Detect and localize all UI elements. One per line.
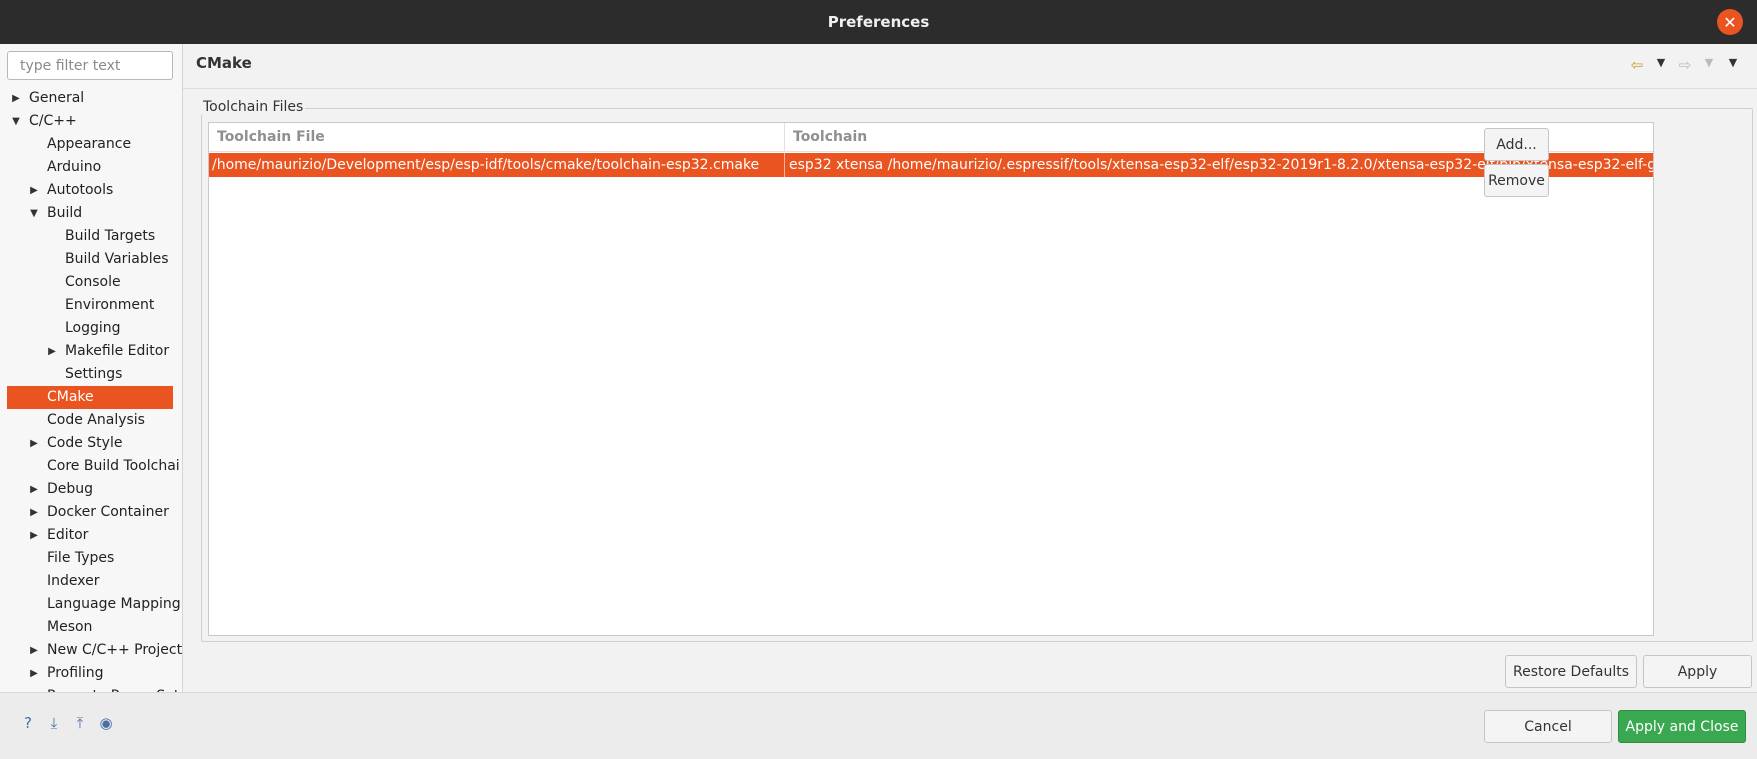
tree-item-label: Build Variables xyxy=(65,251,169,267)
remove-button[interactable]: Remove xyxy=(1484,164,1549,197)
tree-item-label: New C/C++ Project xyxy=(47,642,182,658)
collapse-arrow-icon[interactable]: ▶ xyxy=(28,639,40,662)
tree-item-label: General xyxy=(29,90,85,106)
import-icon[interactable]: ⤓ xyxy=(44,713,64,733)
tree-item-label: File Types xyxy=(47,550,115,566)
tree-item[interactable]: ▶ Code Style xyxy=(0,432,182,455)
filter-input[interactable] xyxy=(7,51,173,80)
dialog-footer: ? ⤓ ⤒ ◉ Cancel Apply and Close xyxy=(0,693,1757,759)
tree-item[interactable]: ▶ Editor xyxy=(0,524,182,547)
tree-item-label: Code Style xyxy=(47,435,123,451)
tree-item-label: Appearance xyxy=(47,136,132,152)
tree-item[interactable]: ▶ New C/C++ Project xyxy=(0,639,182,662)
tree-item-label: Debug xyxy=(47,481,94,497)
tree-item[interactable]: CMake xyxy=(7,386,173,409)
back-menu-chevron-icon[interactable]: ▼ xyxy=(1651,56,1671,74)
tree-item[interactable]: Settings xyxy=(0,363,182,386)
export-icon[interactable]: ⤒ xyxy=(70,713,90,733)
forward-menu-chevron-icon[interactable]: ▼ xyxy=(1699,56,1719,74)
apply-and-close-button[interactable]: Apply and Close xyxy=(1618,710,1746,743)
tree-item[interactable]: File Types xyxy=(0,547,182,570)
tree-item[interactable]: Build Targets xyxy=(0,225,182,248)
tree-item[interactable]: ▶ General xyxy=(0,87,182,110)
tree-item[interactable]: Core Build Toolchai xyxy=(0,455,182,478)
tree-item-label: Environment xyxy=(65,297,155,313)
record-icon[interactable]: ◉ xyxy=(96,713,116,733)
preference-page: CMake ⇦ ▼ ⇨ ▼ ▼ Toolchain Files Toolchai… xyxy=(183,44,1757,692)
tree-item-label: CMake xyxy=(47,389,94,405)
group-label: Toolchain Files xyxy=(201,99,306,115)
tree-item-label: Editor xyxy=(47,527,89,543)
tree-item-label: Language Mapping xyxy=(47,596,181,612)
toolchain-table: Toolchain File Toolchain /home/maurizio/… xyxy=(208,122,1654,636)
table-row[interactable]: /home/maurizio/Development/esp/esp-idf/t… xyxy=(209,153,1653,177)
tree-item-label: Indexer xyxy=(47,573,100,589)
tree-item[interactable]: Meson xyxy=(0,616,182,639)
collapse-arrow-icon[interactable]: ▶ xyxy=(28,685,40,692)
column-header-toolchain-file[interactable]: Toolchain File xyxy=(209,123,785,151)
window-title: Preferences xyxy=(827,13,930,31)
apply-button[interactable]: Apply xyxy=(1643,655,1752,688)
help-icon[interactable]: ? xyxy=(18,713,38,733)
collapse-arrow-icon[interactable]: ▶ xyxy=(46,340,58,363)
tree-item-label: Build xyxy=(47,205,83,221)
tree-item[interactable]: Indexer xyxy=(0,570,182,593)
collapse-arrow-icon[interactable]: ▶ xyxy=(28,179,40,202)
view-menu-icon[interactable]: ▼ xyxy=(1723,56,1743,74)
tree-item-label: Core Build Toolchai xyxy=(47,458,180,474)
title-bar: Preferences ✕ xyxy=(0,0,1757,44)
tree-item-label: Profiling xyxy=(47,665,104,681)
collapse-arrow-icon[interactable]: ▶ xyxy=(28,478,40,501)
tree-item-label: Build Targets xyxy=(65,228,156,244)
tree-item[interactable]: Logging xyxy=(0,317,182,340)
expand-arrow-icon[interactable]: ▼ xyxy=(28,202,40,225)
tree-item-label: Property Pages Set xyxy=(47,685,179,692)
tree-item-label: Docker Container xyxy=(47,504,169,520)
tree-item[interactable]: Environment xyxy=(0,294,182,317)
tree-item[interactable]: ▶ Property Pages Set xyxy=(0,685,182,692)
tree-item[interactable]: ▶ Docker Container xyxy=(0,501,182,524)
tree-item-label: Logging xyxy=(65,320,121,336)
cancel-button[interactable]: Cancel xyxy=(1484,710,1612,743)
tree-item[interactable]: ▼ Build xyxy=(0,202,182,225)
collapse-arrow-icon[interactable]: ▶ xyxy=(28,662,40,685)
collapse-arrow-icon[interactable]: ▶ xyxy=(10,87,22,110)
tree-item[interactable]: ▶ Makefile Editor xyxy=(0,340,182,363)
close-icon[interactable]: ✕ xyxy=(1717,9,1743,35)
expand-arrow-icon[interactable]: ▼ xyxy=(10,110,22,133)
tree-item[interactable]: Arduino xyxy=(0,156,182,179)
tree-item-label: Autotools xyxy=(47,182,114,198)
toolchain-file-cell: /home/maurizio/Development/esp/esp-idf/t… xyxy=(209,153,785,177)
tree-item[interactable]: ▶ Profiling xyxy=(0,662,182,685)
tree-item[interactable]: Language Mapping xyxy=(0,593,182,616)
preferences-tree: ▶ General ▼ C/C++ Appearance Arduino ▶ Autotool… xyxy=(0,87,182,692)
tree-item[interactable]: ▼ C/C++ xyxy=(0,110,182,133)
tree-item-label: C/C++ xyxy=(29,113,77,129)
tree-item-label: Code Analysis xyxy=(47,412,145,428)
tree-item[interactable]: Appearance xyxy=(0,133,182,156)
tree-item[interactable]: ▶ Debug xyxy=(0,478,182,501)
tree-item[interactable]: Console xyxy=(0,271,182,294)
tree-item-label: Settings xyxy=(65,366,123,382)
restore-defaults-button[interactable]: Restore Defaults xyxy=(1505,655,1637,688)
page-title: CMake xyxy=(196,54,252,72)
collapse-arrow-icon[interactable]: ▶ xyxy=(28,501,40,524)
table-header: Toolchain File Toolchain xyxy=(209,123,1653,152)
tree-item-label: Meson xyxy=(47,619,93,635)
preferences-tree-panel: ▶ General ▼ C/C++ Appearance Arduino ▶ Autotool… xyxy=(0,44,182,692)
tree-item-label: Arduino xyxy=(47,159,102,175)
forward-arrow-icon[interactable]: ⇨ xyxy=(1675,56,1695,74)
back-arrow-icon[interactable]: ⇦ xyxy=(1627,56,1647,74)
tree-item-label: Makefile Editor xyxy=(65,343,170,359)
collapse-arrow-icon[interactable]: ▶ xyxy=(28,524,40,547)
tree-item-label: Console xyxy=(65,274,121,290)
collapse-arrow-icon[interactable]: ▶ xyxy=(28,432,40,455)
header-divider xyxy=(183,88,1757,89)
tree-item[interactable]: Code Analysis xyxy=(0,409,182,432)
tree-item[interactable]: Build Variables xyxy=(0,248,182,271)
page-navigation: ⇦ ▼ ⇨ ▼ ▼ xyxy=(1627,56,1743,74)
add-button[interactable]: Add... xyxy=(1484,128,1549,161)
tree-item[interactable]: ▶ Autotools xyxy=(0,179,182,202)
